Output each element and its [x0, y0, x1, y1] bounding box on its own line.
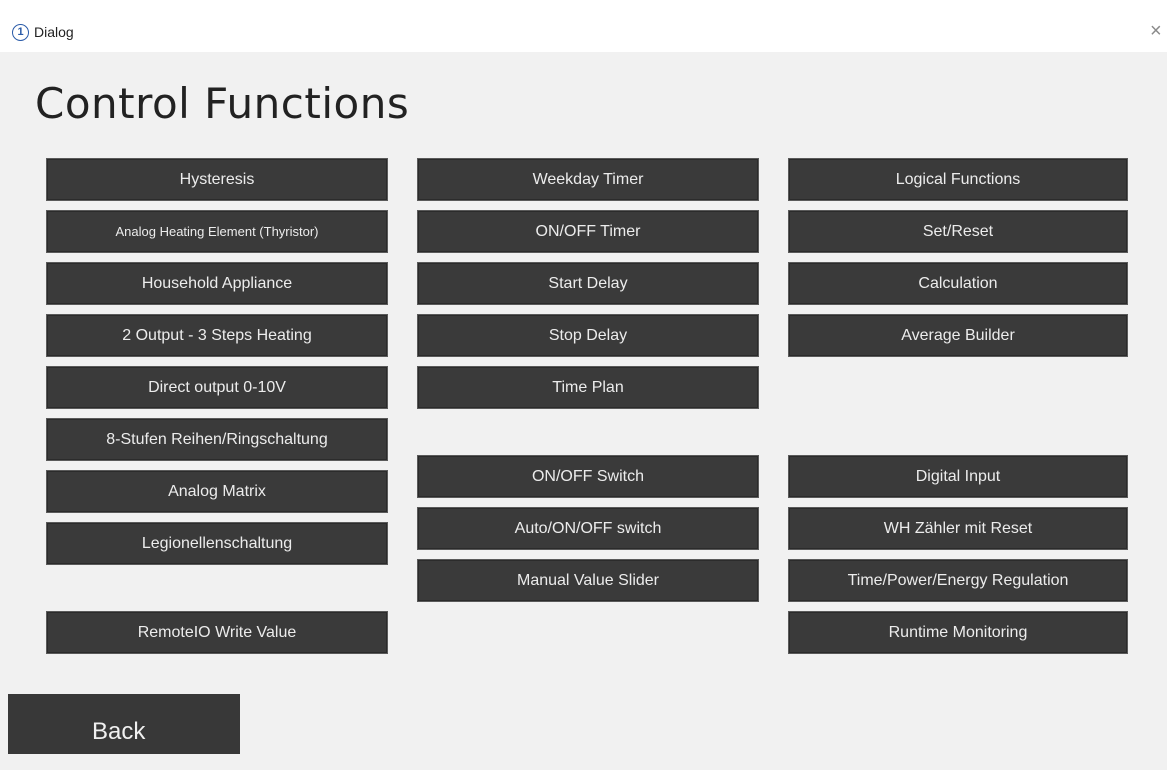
- legionellenschaltung-button[interactable]: Legionellenschaltung: [46, 522, 388, 565]
- eight-stufen-button[interactable]: 8-Stufen Reihen/Ringschaltung: [46, 418, 388, 461]
- remoteio-write-value-button[interactable]: RemoteIO Write Value: [46, 611, 388, 654]
- set-reset-button[interactable]: Set/Reset: [788, 210, 1128, 253]
- digital-input-button[interactable]: Digital Input: [788, 455, 1128, 498]
- weekday-timer-button[interactable]: Weekday Timer: [417, 158, 759, 201]
- title-bar: 1 Dialog ×: [0, 0, 1167, 52]
- close-icon[interactable]: ×: [1150, 20, 1162, 42]
- calculation-button[interactable]: Calculation: [788, 262, 1128, 305]
- start-delay-button[interactable]: Start Delay: [417, 262, 759, 305]
- time-power-energy-regulation-button[interactable]: Time/Power/Energy Regulation: [788, 559, 1128, 602]
- hysteresis-button[interactable]: Hysteresis: [46, 158, 388, 201]
- auto-on-off-switch-button[interactable]: Auto/ON/OFF switch: [417, 507, 759, 550]
- app-icon: 1: [12, 24, 29, 41]
- average-builder-button[interactable]: Average Builder: [788, 314, 1128, 357]
- runtime-monitoring-button[interactable]: Runtime Monitoring: [788, 611, 1128, 654]
- wh-zaehler-button[interactable]: WH Zähler mit Reset: [788, 507, 1128, 550]
- stop-delay-button[interactable]: Stop Delay: [417, 314, 759, 357]
- back-button[interactable]: Back: [8, 694, 240, 754]
- page-title: Control Functions: [35, 79, 410, 128]
- on-off-switch-button[interactable]: ON/OFF Switch: [417, 455, 759, 498]
- time-plan-button[interactable]: Time Plan: [417, 366, 759, 409]
- manual-value-slider-button[interactable]: Manual Value Slider: [417, 559, 759, 602]
- two-output-three-steps-heating-button[interactable]: 2 Output - 3 Steps Heating: [46, 314, 388, 357]
- on-off-timer-button[interactable]: ON/OFF Timer: [417, 210, 759, 253]
- logical-functions-button[interactable]: Logical Functions: [788, 158, 1128, 201]
- analog-heating-element-button[interactable]: Analog Heating Element (Thyristor): [46, 210, 388, 253]
- direct-output-button[interactable]: Direct output 0-10V: [46, 366, 388, 409]
- analog-matrix-button[interactable]: Analog Matrix: [46, 470, 388, 513]
- household-appliance-button[interactable]: Household Appliance: [46, 262, 388, 305]
- window-title: Dialog: [34, 24, 74, 40]
